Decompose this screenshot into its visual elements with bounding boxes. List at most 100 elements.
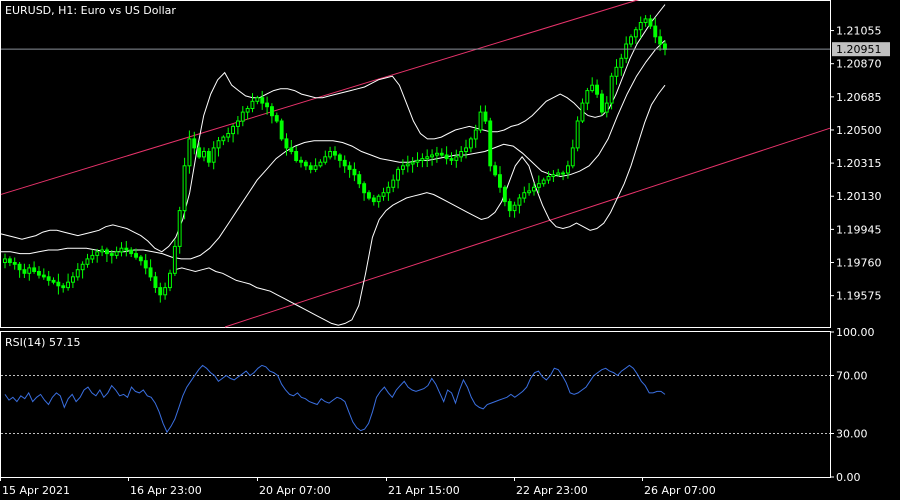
price-tick-label: 1.19575 xyxy=(836,290,882,303)
candle-body-up xyxy=(221,136,226,142)
candle-body-up xyxy=(245,108,250,113)
candle-body-up xyxy=(633,29,638,38)
time-tick-label: 20 Apr 07:00 xyxy=(259,484,331,497)
price-tick-label: 1.19760 xyxy=(836,257,882,270)
candle-body-up xyxy=(391,179,396,188)
candle-body-up xyxy=(561,172,565,175)
candle-body-up xyxy=(313,165,318,170)
candle-body-up xyxy=(177,210,182,247)
candle-body-down xyxy=(153,276,158,288)
candle-body-up xyxy=(464,147,469,152)
current-price-box: 1.20951 xyxy=(832,42,890,57)
rsi-header: RSI(14) 57.15 xyxy=(5,336,80,349)
candle-body-down xyxy=(134,253,139,258)
candle-body-up xyxy=(236,120,240,127)
candle-body-down xyxy=(439,152,444,156)
candle-body-down xyxy=(299,159,304,163)
candle-body-up xyxy=(163,287,168,296)
candle xyxy=(168,269,172,292)
candle xyxy=(600,89,604,116)
candle-body-up xyxy=(468,138,473,149)
candle-body-down xyxy=(109,253,114,256)
candle-body-down xyxy=(658,36,663,45)
candle-body-up xyxy=(216,140,221,149)
candle-body-down xyxy=(498,174,502,188)
candle-body-up xyxy=(638,22,643,31)
candle-body-down xyxy=(41,274,46,278)
candle-body-up xyxy=(410,161,415,165)
candle-body-down xyxy=(502,186,507,203)
price-tick-label: 1.20870 xyxy=(836,58,882,71)
candle-body-down xyxy=(294,151,299,161)
candle-body-down xyxy=(32,267,37,272)
rsi-tick-label: 0.00 xyxy=(836,471,861,484)
candle-body-down xyxy=(347,165,352,170)
candle-body-down xyxy=(595,84,599,95)
candle-body-up xyxy=(211,147,216,163)
candle-body-down xyxy=(371,197,376,203)
candle-body-down xyxy=(342,159,347,167)
candle xyxy=(177,206,182,254)
trading-chart: EURUSD, H1: Euro vs US Dollar RSI(14) 57… xyxy=(0,0,900,500)
candle-body-up xyxy=(255,97,260,102)
candle-body-down xyxy=(663,43,667,50)
candle-body-down xyxy=(17,263,22,271)
candle-body-down xyxy=(362,183,367,194)
candle-body-up xyxy=(614,66,619,77)
candle-body-down xyxy=(600,93,604,113)
candle-body-down xyxy=(483,111,488,122)
candle-body-up xyxy=(527,190,532,194)
candle-body-down xyxy=(192,138,197,149)
candle-body-down xyxy=(22,269,27,274)
candle-body-up xyxy=(566,165,570,174)
candle-body-down xyxy=(197,147,202,158)
candle-body-down xyxy=(308,165,313,170)
candle-body-up xyxy=(187,138,192,167)
candle xyxy=(182,157,187,220)
candle-body-up xyxy=(478,111,483,131)
candle-body-up xyxy=(517,197,522,206)
candle-body-up xyxy=(85,258,90,265)
candle-body-up xyxy=(541,179,546,185)
candle-body-up xyxy=(240,111,245,122)
candle-body-up xyxy=(172,245,177,274)
candle-body-up xyxy=(405,163,410,167)
candle-body-up xyxy=(231,125,236,135)
time-tick-label: 16 Apr 23:00 xyxy=(130,484,202,497)
candle-body-up xyxy=(604,102,609,113)
candle-body-up xyxy=(100,249,104,253)
candle-body-up xyxy=(27,267,32,274)
candle-body-up xyxy=(66,281,70,289)
candle-body-down xyxy=(148,267,153,278)
candle-body-up xyxy=(202,151,206,158)
price-tick-label: 1.20130 xyxy=(836,190,882,203)
candle-body-down xyxy=(56,281,61,287)
candle-body-down xyxy=(158,287,163,296)
candle-body-up xyxy=(430,154,435,158)
candle-body-down xyxy=(46,276,51,281)
candle-body-down xyxy=(138,256,143,262)
rsi-tick-label: 30.00 xyxy=(836,428,868,441)
candle-body-up xyxy=(80,263,85,271)
current-price-label: 1.20951 xyxy=(836,43,882,56)
candle-body-up xyxy=(119,247,124,253)
time-tick-label: 26 Apr 07:00 xyxy=(644,484,716,497)
candle xyxy=(575,116,580,152)
candle-body-down xyxy=(105,249,109,255)
candle-body-up xyxy=(323,156,328,163)
candle-body-down xyxy=(648,18,653,27)
candle-body-down xyxy=(367,192,371,199)
candle-body-down xyxy=(270,106,274,117)
candle-body-up xyxy=(580,102,585,122)
candle-body-down xyxy=(303,161,308,167)
candle-body-up xyxy=(575,120,580,149)
time-tick-label: 21 Apr 15:00 xyxy=(388,484,460,497)
candle-body-down xyxy=(444,154,449,160)
candle-body-down xyxy=(653,25,658,38)
candle-body-up xyxy=(381,192,386,197)
candle xyxy=(279,118,284,141)
candle-body-down xyxy=(143,260,148,269)
candle-body-up xyxy=(435,152,439,156)
candle-body-up xyxy=(624,43,629,59)
candle-body-down xyxy=(274,115,279,122)
